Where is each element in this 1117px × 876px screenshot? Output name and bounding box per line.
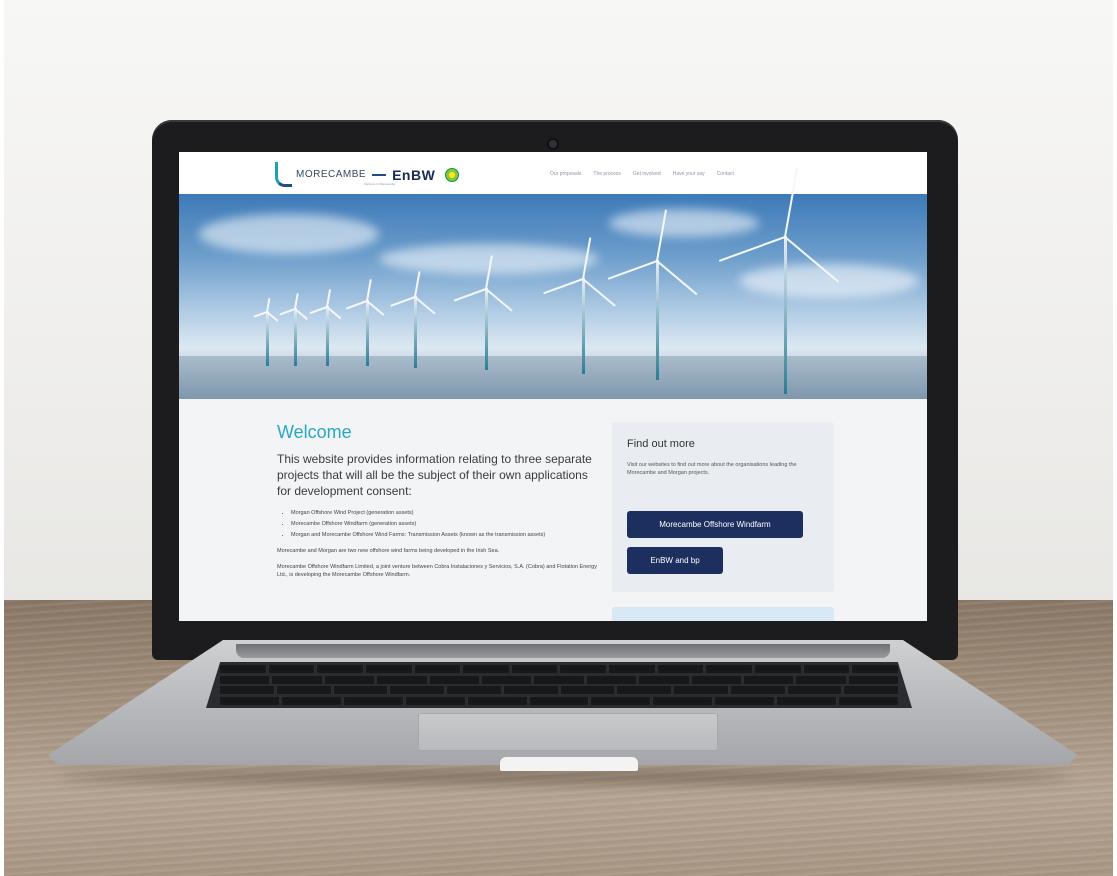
morecambe-windfarm-button[interactable]: Morecambe Offshore Windfarm — [627, 511, 803, 538]
photo-border — [0, 0, 4, 876]
logo-divider — [372, 173, 387, 176]
sea — [179, 356, 927, 399]
page-title: Welcome — [277, 422, 352, 442]
main-nav: Our proposals The process Get involved H… — [550, 171, 734, 177]
laptop-front-notch — [500, 757, 638, 771]
nav-item-process[interactable]: The process — [593, 171, 621, 177]
panel-text: Visit our websites to find out more abou… — [627, 462, 797, 476]
cloud — [739, 264, 919, 298]
enbw-bp-button[interactable]: EnBW and bp — [627, 547, 723, 574]
list-item: Morgan and Morecambe Offshore Wind Farms… — [291, 531, 597, 539]
morecambe-logo-icon — [275, 162, 292, 187]
paragraph-joint-venture: Morecambe Offshore Windfarm Limited, a j… — [277, 564, 597, 578]
project-list: Morgan Offshore Wind Project (generation… — [277, 509, 597, 539]
photo-border — [1113, 0, 1117, 876]
laptop-hinge — [236, 644, 890, 658]
logo-morecambe-text: MORECAMBE — [296, 169, 367, 180]
laptop-screen: MORECAMBE EnBW Partners in Morecambe Our… — [179, 152, 927, 621]
intro-text: This website provides information relati… — [277, 452, 592, 498]
list-item: Morecambe Offshore Windfarm (generation … — [291, 520, 597, 528]
list-item: Morgan Offshore Wind Project (generation… — [291, 509, 597, 517]
nav-item-get-involved[interactable]: Get involved — [633, 171, 661, 177]
logo-enbw-text: EnBW — [392, 166, 436, 183]
secondary-panel — [612, 607, 834, 621]
nav-item-contact[interactable]: Contact — [717, 171, 734, 177]
keyboard — [206, 662, 912, 708]
webcam-icon — [549, 140, 557, 148]
laptop-shadow — [60, 770, 1070, 784]
paragraph-wind-farms: Morecambe and Morgan are two new offshor… — [277, 548, 500, 554]
main-content: Welcome This website provides informatio… — [277, 422, 597, 587]
panel-title: Find out more — [627, 438, 695, 450]
cloud — [199, 214, 379, 254]
trackpad — [418, 713, 718, 751]
cloud — [609, 209, 759, 237]
hero-image — [179, 167, 927, 399]
bp-logo-icon — [445, 167, 460, 182]
nav-item-proposals[interactable]: Our proposals — [550, 171, 581, 177]
logo-tagline: Partners in Morecambe — [364, 182, 396, 186]
nav-item-have-your-say[interactable]: Have your say — [673, 171, 705, 177]
find-out-more-panel: Find out more Visit our websites to find… — [612, 422, 834, 592]
site-header: MORECAMBE EnBW Partners in Morecambe Our… — [179, 152, 927, 194]
